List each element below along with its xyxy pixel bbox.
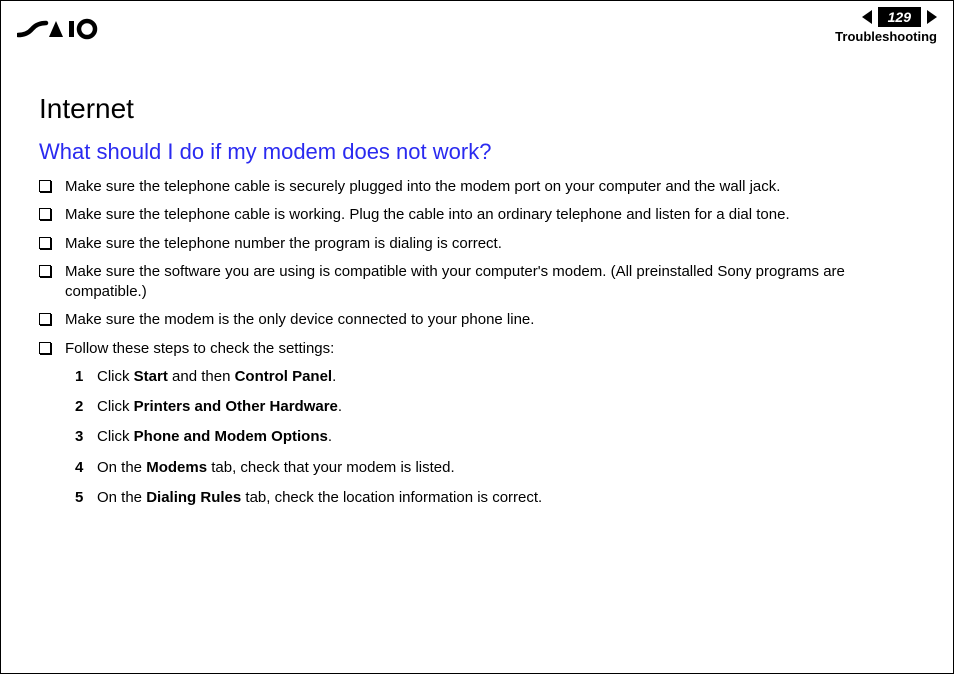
step-text-part: Click <box>97 428 134 445</box>
step-bold: Phone and Modem Options <box>134 428 328 445</box>
bullet-text: Follow these steps to check the settings… <box>65 339 929 359</box>
step-text-part: and then <box>168 368 235 385</box>
step-number: 5 <box>75 488 97 508</box>
step-item: 4 On the Modems tab, check that your mod… <box>75 458 929 478</box>
step-item: 5 On the Dialing Rules tab, check the lo… <box>75 488 929 508</box>
step-text: Click Phone and Modem Options. <box>97 427 929 447</box>
step-text-part: . <box>332 368 336 385</box>
list-item: Make sure the telephone cable is working… <box>39 205 929 225</box>
bullet-text: Make sure the telephone cable is securel… <box>65 177 929 197</box>
step-bold: Dialing Rules <box>146 489 241 506</box>
step-item: 1 Click Start and then Control Panel. <box>75 367 929 387</box>
step-number: 2 <box>75 397 97 417</box>
step-text-part: . <box>338 398 342 415</box>
step-bold: Control Panel <box>235 368 333 385</box>
step-item: 3 Click Phone and Modem Options. <box>75 427 929 447</box>
step-text-part: Click <box>97 368 134 385</box>
checkbox-bullet-icon <box>39 342 51 354</box>
step-number: 3 <box>75 427 97 447</box>
page-number-badge: 129 <box>878 7 921 27</box>
bullet-text: Make sure the modem is the only device c… <box>65 310 929 330</box>
checkbox-bullet-icon <box>39 208 51 220</box>
document-page: 129 Troubleshooting Internet What should… <box>0 0 954 674</box>
bullet-text: Make sure the telephone cable is working… <box>65 205 929 225</box>
bullet-text: Make sure the telephone number the progr… <box>65 234 929 254</box>
list-item: Make sure the telephone number the progr… <box>39 234 929 254</box>
step-text-part: . <box>328 428 332 445</box>
list-item: Follow these steps to check the settings… <box>39 339 929 359</box>
step-text-part: tab, check the location information is c… <box>241 489 542 506</box>
checkbox-bullet-icon <box>39 313 51 325</box>
list-item: Make sure the modem is the only device c… <box>39 310 929 330</box>
page-header: 129 Troubleshooting <box>1 1 953 53</box>
checkbox-bullet-icon <box>39 180 51 192</box>
step-number: 4 <box>75 458 97 478</box>
page-content: Internet What should I do if my modem do… <box>1 53 953 508</box>
vaio-logo <box>17 15 117 43</box>
step-text-part: On the <box>97 489 146 506</box>
step-bold: Modems <box>146 459 207 476</box>
prev-page-arrow-icon[interactable] <box>862 10 872 24</box>
step-text: Click Printers and Other Hardware. <box>97 397 929 417</box>
bullet-list: Make sure the telephone cable is securel… <box>39 177 929 359</box>
step-bold: Start <box>134 368 168 385</box>
step-text: On the Modems tab, check that your modem… <box>97 458 929 478</box>
step-text: On the Dialing Rules tab, check the loca… <box>97 488 929 508</box>
checkbox-bullet-icon <box>39 237 51 249</box>
page-number: 129 <box>888 9 911 25</box>
checkbox-bullet-icon <box>39 265 51 277</box>
steps-list: 1 Click Start and then Control Panel. 2 … <box>75 367 929 508</box>
step-bold: Printers and Other Hardware <box>134 398 338 415</box>
bullet-text: Make sure the software you are using is … <box>65 262 929 303</box>
step-text-part: Click <box>97 398 134 415</box>
step-text-part: tab, check that your modem is listed. <box>207 459 455 476</box>
next-page-arrow-icon[interactable] <box>927 10 937 24</box>
list-item: Make sure the software you are using is … <box>39 262 929 303</box>
header-section-label: Troubleshooting <box>835 29 937 44</box>
step-text: Click Start and then Control Panel. <box>97 367 929 387</box>
step-item: 2 Click Printers and Other Hardware. <box>75 397 929 417</box>
question-heading: What should I do if my modem does not wo… <box>39 139 929 165</box>
page-number-nav: 129 <box>862 7 937 27</box>
list-item: Make sure the telephone cable is securel… <box>39 177 929 197</box>
step-text-part: On the <box>97 459 146 476</box>
section-title: Internet <box>39 93 929 125</box>
step-number: 1 <box>75 367 97 387</box>
